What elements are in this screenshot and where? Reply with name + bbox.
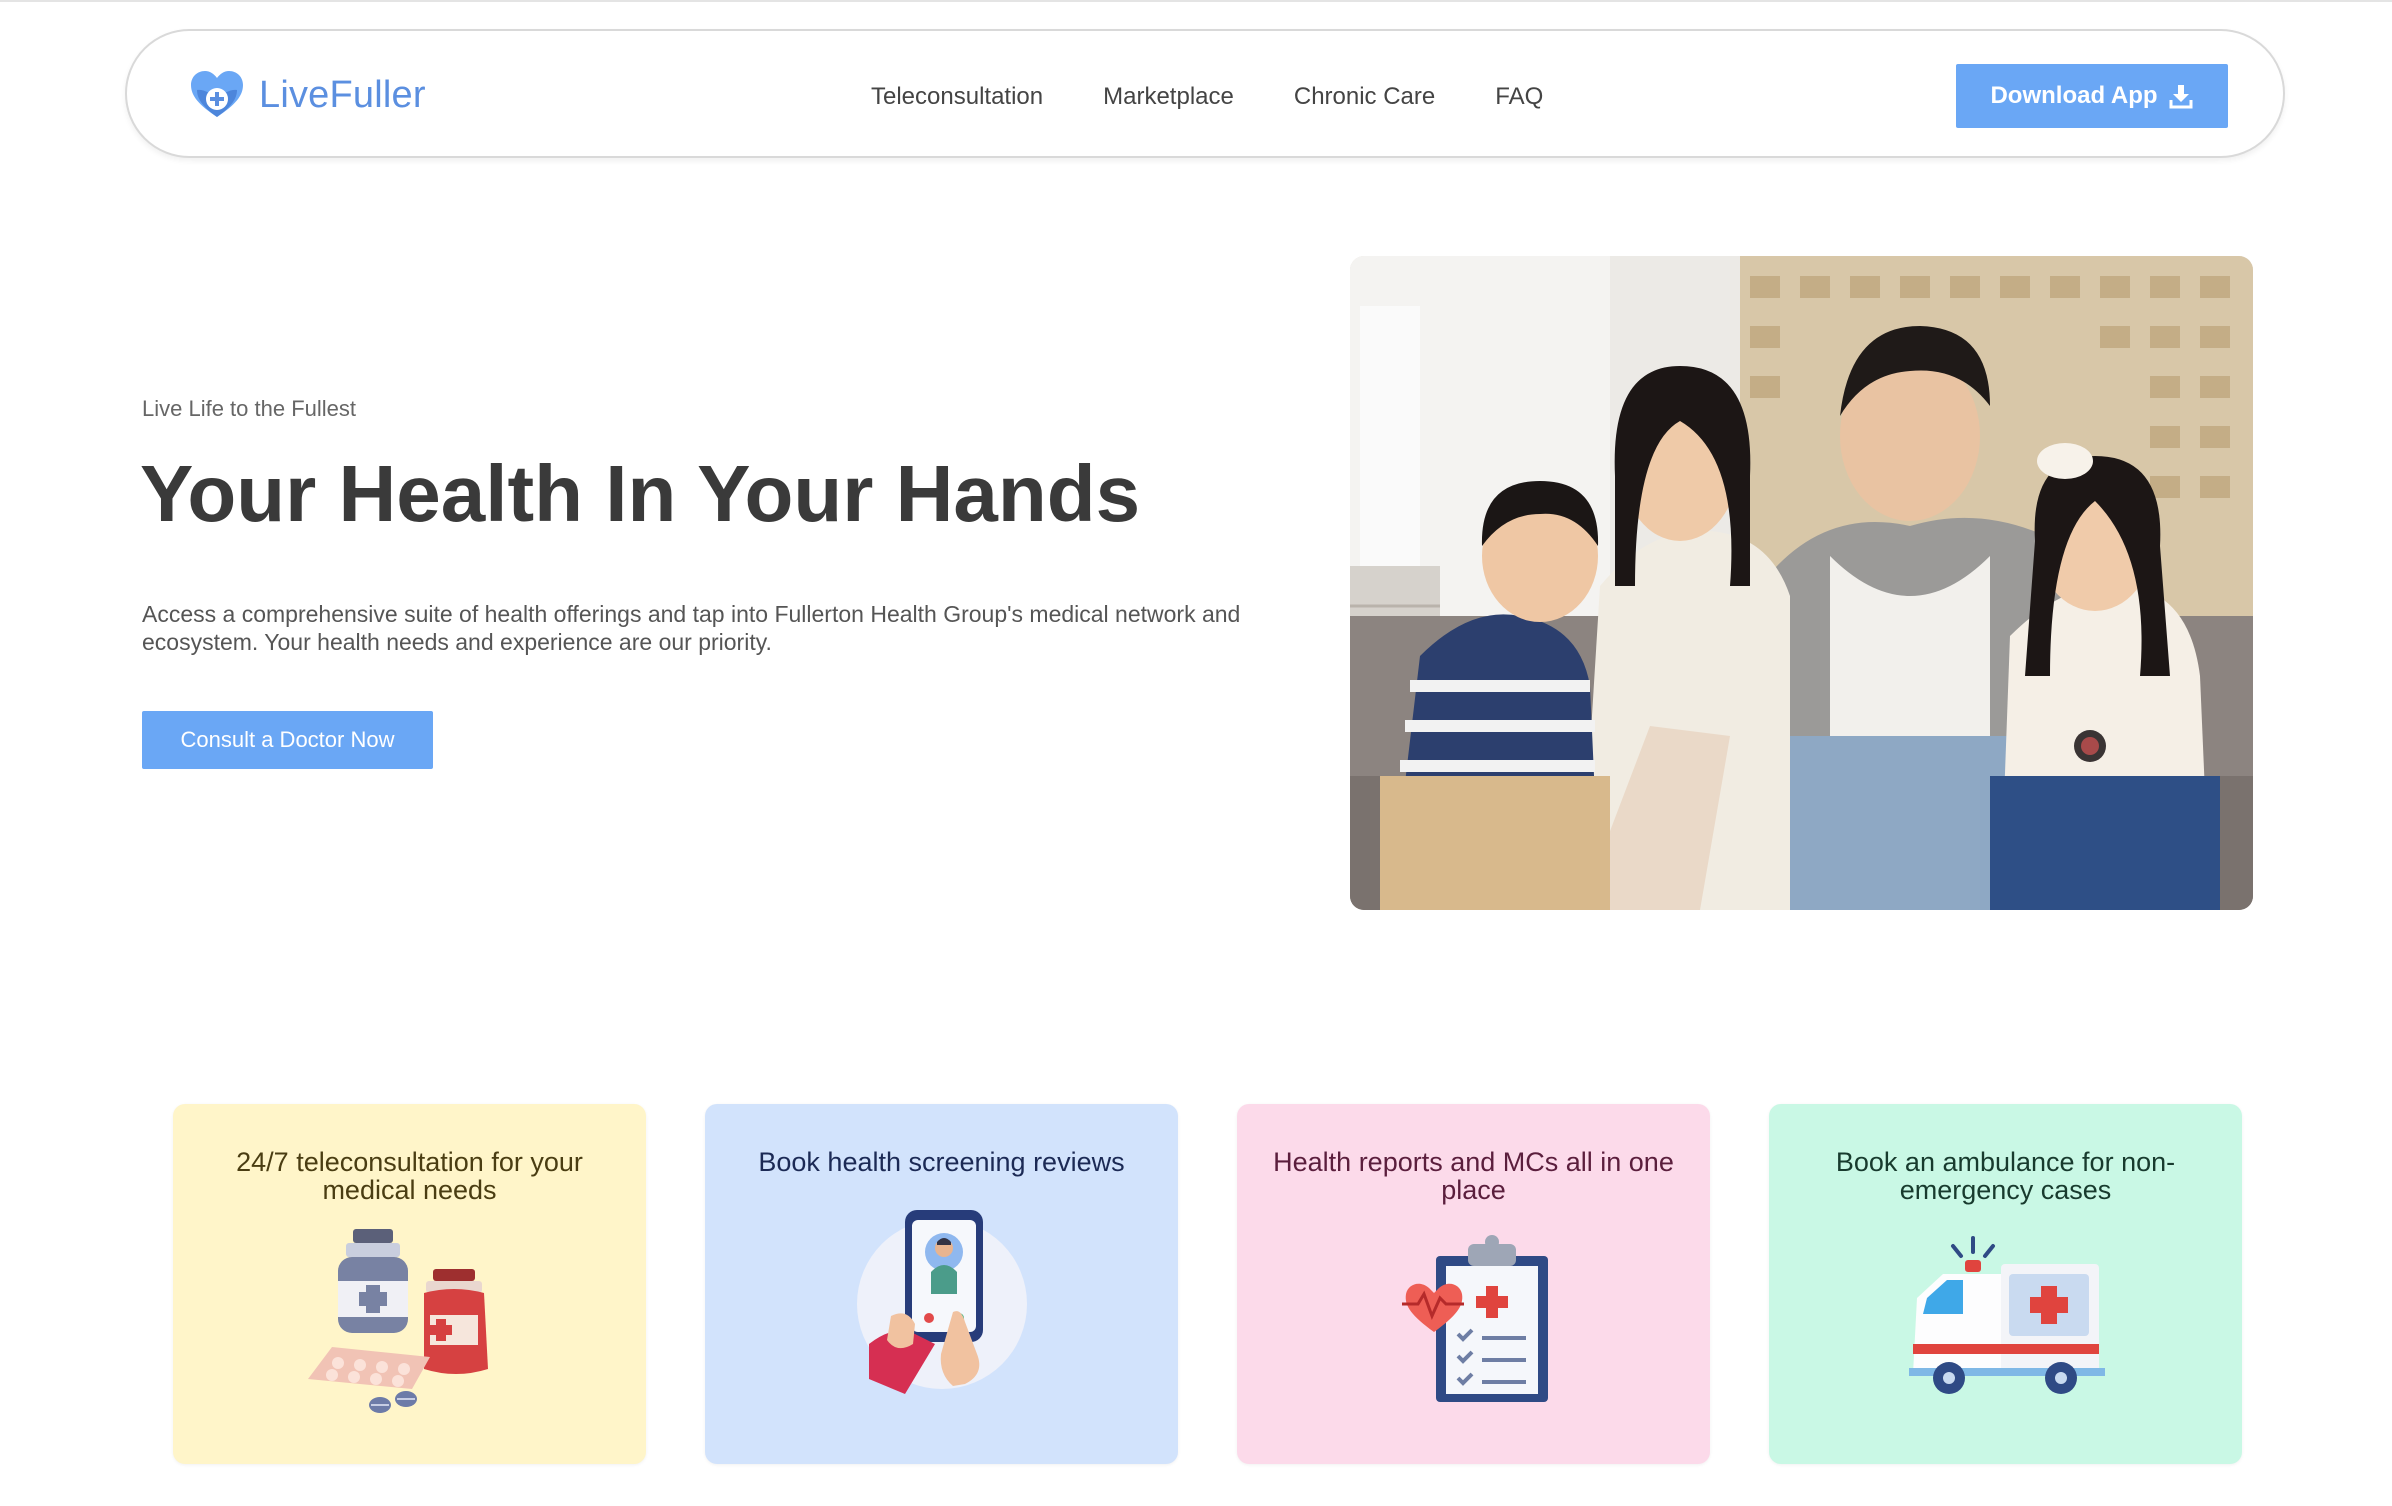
- video-call-doctor-icon: [855, 1204, 1030, 1394]
- consult-doctor-button[interactable]: Consult a Doctor Now: [142, 711, 433, 769]
- nav-links: Teleconsultation Marketplace Chronic Car…: [871, 83, 1543, 111]
- nav-link-chronic-care[interactable]: Chronic Care: [1294, 83, 1435, 111]
- ambulance-icon: [1909, 1234, 2109, 1394]
- brand-name: LiveFuller: [259, 73, 426, 116]
- hero-description: Access a comprehensive suite of health o…: [142, 601, 1241, 655]
- hero-eyebrow: Live Life to the Fullest: [142, 396, 357, 421]
- clipboard-report-icon: [1402, 1234, 1552, 1404]
- medicine-bottles-icon: [308, 1229, 508, 1419]
- feature-card-title: Book an ambulance for non-emergency case…: [1835, 1147, 2176, 1205]
- feature-card-title: 24/7 teleconsultation for your medical n…: [236, 1147, 583, 1205]
- nav-link-faq[interactable]: FAQ: [1495, 83, 1543, 111]
- logo[interactable]: LiveFuller: [189, 69, 426, 121]
- feature-card-teleconsultation[interactable]: 24/7 teleconsultation for your medical n…: [173, 1104, 646, 1464]
- feature-card-title: Book health screening reviews: [758, 1147, 1125, 1177]
- feature-card-ambulance[interactable]: Book an ambulance for non-emergency case…: [1769, 1104, 2242, 1464]
- hero-title: Your Health In Your Hands: [140, 449, 1141, 538]
- download-app-label: Download App: [1990, 82, 2158, 109]
- download-app-button[interactable]: Download App: [1956, 64, 2228, 128]
- nav-link-teleconsultation[interactable]: Teleconsultation: [871, 83, 1043, 111]
- feature-card-title: Health reports and MCs all in one place: [1273, 1147, 1674, 1205]
- feature-card-health-screening[interactable]: Book health screening reviews: [705, 1104, 1178, 1464]
- family-photo: [1350, 256, 2253, 910]
- feature-card-health-reports[interactable]: Health reports and MCs all in one place: [1237, 1104, 1710, 1464]
- top-rule: [0, 0, 2392, 2]
- heart-plus-icon: [191, 71, 243, 117]
- download-icon: [2169, 85, 2193, 109]
- nav-link-marketplace[interactable]: Marketplace: [1103, 83, 1234, 111]
- top-navigation: LiveFuller Teleconsultation Marketplace …: [125, 29, 2285, 158]
